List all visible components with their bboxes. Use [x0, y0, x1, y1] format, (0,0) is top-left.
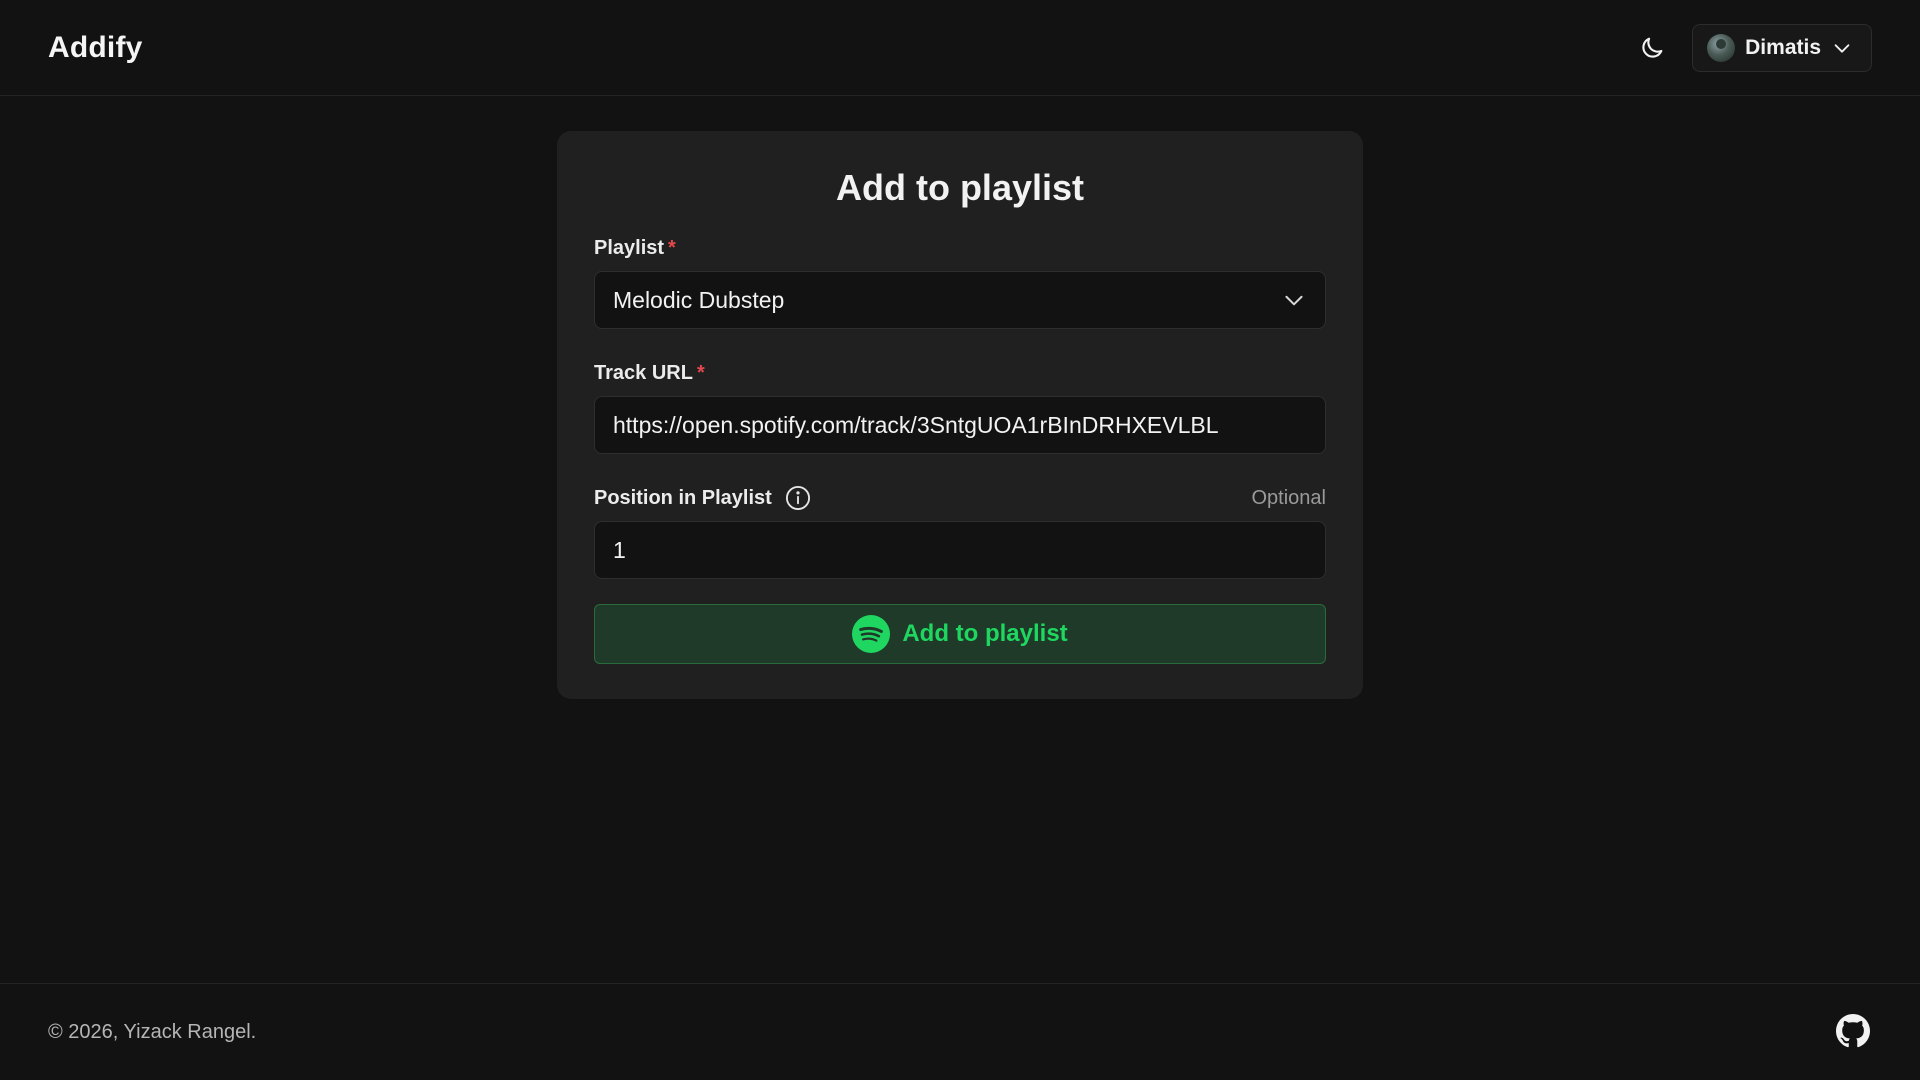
spotify-icon	[852, 615, 891, 653]
add-to-playlist-card: Add to playlist Playlist * Melodic Dubst…	[557, 131, 1363, 699]
user-menu-button[interactable]: Dimatis	[1692, 23, 1872, 72]
position-label-text: Position in Playlist	[594, 486, 772, 509]
copyright-text: © 2026, Yizack Rangel.	[48, 1020, 257, 1043]
playlist-select[interactable]: Melodic Dubstep	[594, 271, 1326, 329]
optional-label: Optional	[1251, 486, 1327, 509]
app-logo[interactable]: Addify	[48, 31, 143, 65]
chevron-down-icon	[1834, 43, 1850, 53]
theme-toggle-button[interactable]	[1630, 26, 1674, 70]
track-url-label-row: Track URL *	[594, 360, 1326, 386]
track-url-label: Track URL *	[594, 362, 705, 385]
required-mark: *	[696, 361, 705, 384]
chevron-down-icon	[1285, 295, 1303, 306]
top-bar: Addify Dimatis	[0, 0, 1920, 96]
track-url-value: https://open.spotify.com/track/3SntgUOA1…	[613, 411, 1219, 438]
position-value: 1	[613, 536, 626, 563]
playlist-select-value: Melodic Dubstep	[613, 286, 785, 313]
footer: © 2026, Yizack Rangel.	[0, 983, 1920, 1080]
github-icon	[1836, 1014, 1870, 1048]
playlist-label-row: Playlist *	[594, 235, 1326, 261]
header-actions: Dimatis	[1630, 23, 1872, 72]
add-to-playlist-button[interactable]: Add to playlist	[594, 604, 1326, 664]
avatar	[1707, 33, 1736, 62]
position-label: Position in Playlist	[594, 484, 812, 512]
add-to-playlist-button-label: Add to playlist	[902, 620, 1068, 647]
position-label-row: Position in Playlist Optional	[594, 485, 1326, 511]
track-url-input[interactable]: https://open.spotify.com/track/3SntgUOA1…	[594, 396, 1326, 454]
moon-icon	[1642, 37, 1663, 58]
required-mark: *	[668, 236, 676, 259]
playlist-label: Playlist *	[594, 237, 676, 260]
info-icon[interactable]	[784, 484, 812, 512]
page-title: Add to playlist	[835, 167, 1084, 208]
github-link[interactable]	[1836, 1014, 1872, 1050]
user-name: Dimatis	[1745, 35, 1821, 59]
position-input[interactable]: 1	[594, 521, 1326, 579]
playlist-label-text: Playlist	[594, 236, 665, 259]
track-url-label-text: Track URL	[594, 361, 693, 384]
